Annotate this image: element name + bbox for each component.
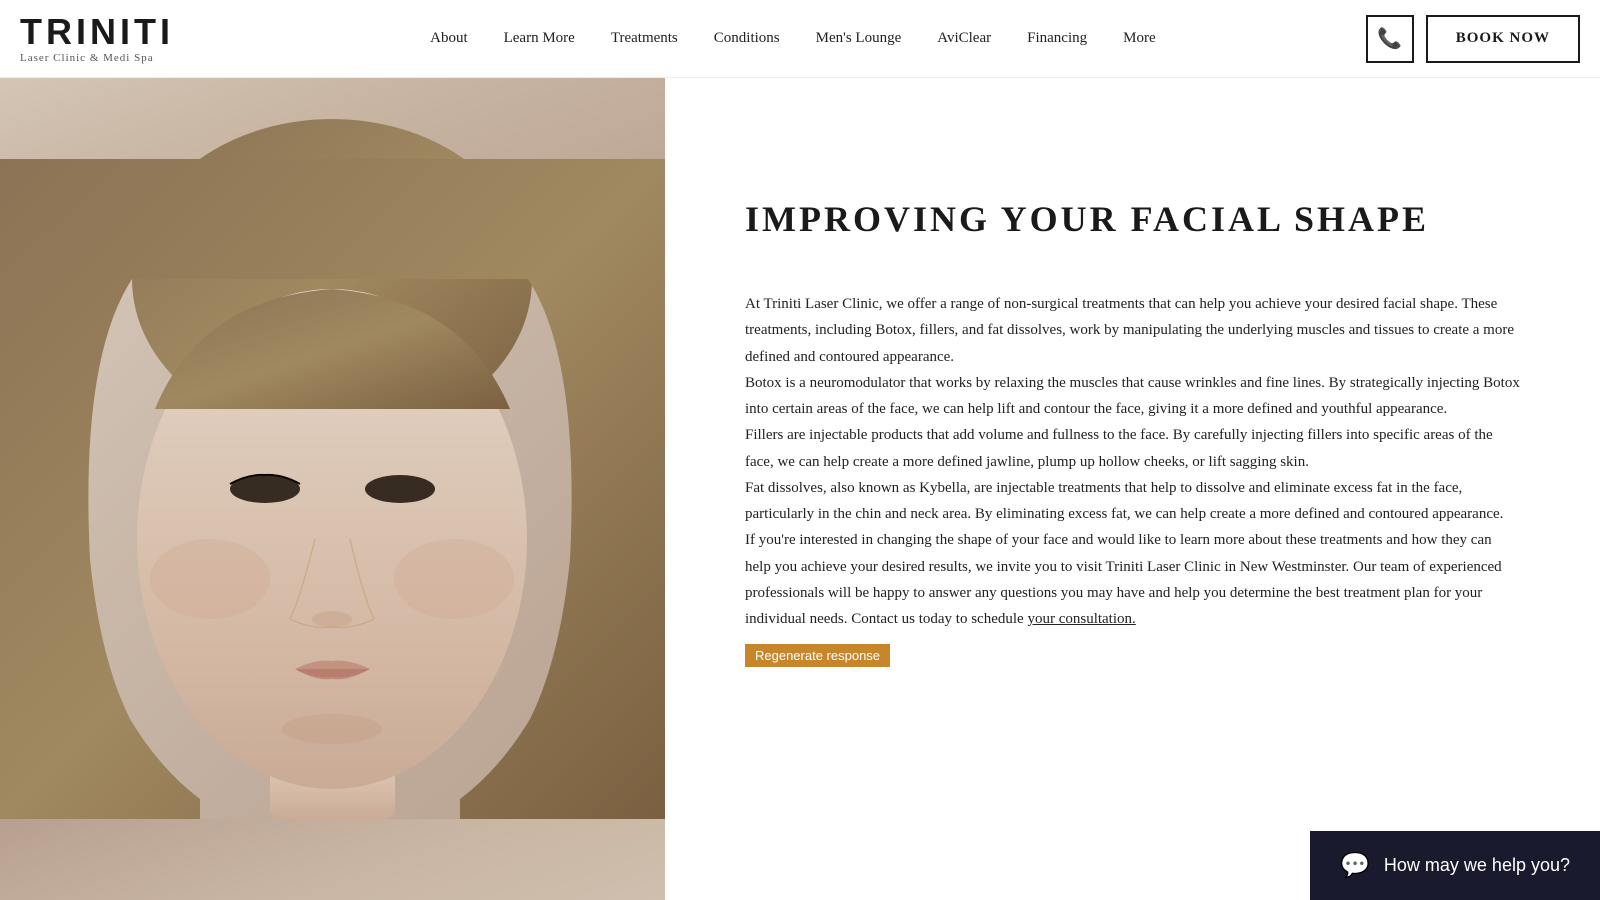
content-panel: IMPROVING YOUR FACIAL SHAPE At Triniti L… <box>665 78 1600 900</box>
main-nav: About Learn More Treatments Conditions M… <box>220 20 1366 57</box>
nav-about[interactable]: About <box>412 20 486 57</box>
main-content: IMPROVING YOUR FACIAL SHAPE At Triniti L… <box>0 78 1600 900</box>
nav-learn-more[interactable]: Learn More <box>486 20 593 57</box>
content-paragraph-4: Fat dissolves, also known as Kybella, ar… <box>745 475 1520 528</box>
face-image <box>0 78 665 900</box>
chat-icon: 💬 <box>1340 851 1370 880</box>
chat-label: How may we help you? <box>1384 855 1570 876</box>
nav-aviclear[interactable]: AviClear <box>919 20 1009 57</box>
logo-text: TRINITI <box>20 14 174 50</box>
logo-subtitle: Laser Clinic & Medi Spa <box>20 52 154 64</box>
logo: TRINITI Laser Clinic & Medi Spa <box>20 14 220 64</box>
content-body: At Triniti Laser Clinic, we offer a rang… <box>745 291 1520 670</box>
site-header: TRINITI Laser Clinic & Medi Spa About Le… <box>0 0 1600 78</box>
book-now-button[interactable]: BOOK NOW <box>1426 15 1580 63</box>
content-paragraph-5: If you're interested in changing the sha… <box>745 527 1520 632</box>
content-paragraph-3: Fillers are injectable products that add… <box>745 422 1520 475</box>
nav-conditions[interactable]: Conditions <box>696 20 798 57</box>
chat-widget[interactable]: 💬 How may we help you? <box>1310 831 1600 900</box>
nav-mens-lounge[interactable]: Men's Lounge <box>798 20 920 57</box>
phone-icon: 📞 <box>1377 26 1402 51</box>
nav-financing[interactable]: Financing <box>1009 20 1105 57</box>
nav-more[interactable]: More <box>1105 20 1174 57</box>
header-actions: 📞 BOOK NOW <box>1366 15 1580 63</box>
content-paragraph-2: Botox is a neuromodulator that works by … <box>745 370 1520 423</box>
regenerate-button[interactable]: Regenerate response <box>745 644 890 667</box>
content-paragraph-1: At Triniti Laser Clinic, we offer a rang… <box>745 291 1520 370</box>
hero-image-panel <box>0 78 665 900</box>
consultation-link[interactable]: your consultation. <box>1027 611 1135 627</box>
face-svg <box>0 78 665 900</box>
nav-treatments[interactable]: Treatments <box>593 20 696 57</box>
phone-button[interactable]: 📞 <box>1366 15 1414 63</box>
page-title: IMPROVING YOUR FACIAL SHAPE <box>745 198 1520 241</box>
